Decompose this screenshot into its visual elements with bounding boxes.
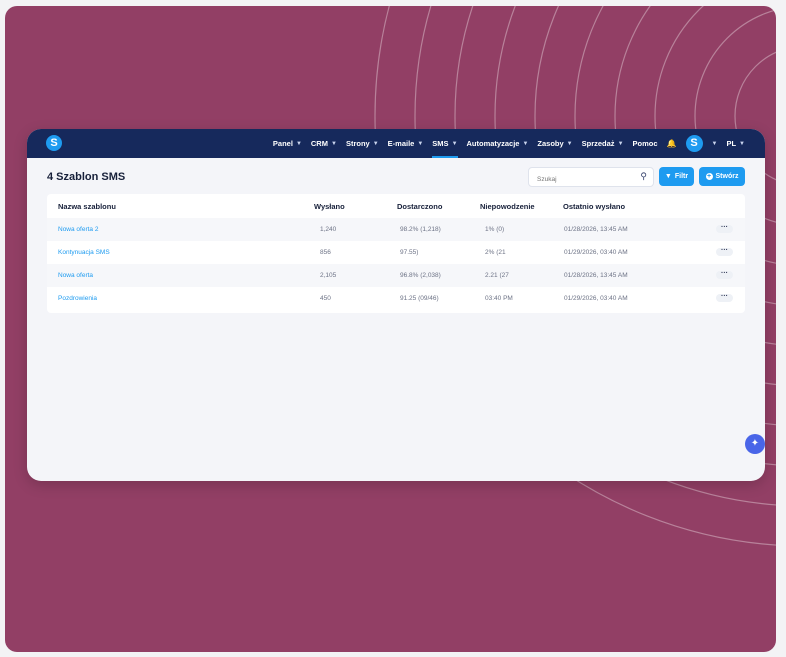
bell-icon[interactable]: 🔔 <box>667 139 677 148</box>
sent-count: 856 <box>320 249 331 256</box>
nav-item-sms[interactable]: SMS ▼ <box>432 129 458 158</box>
delivered-value: 96.8% (2,038) <box>400 272 441 279</box>
column-header-delivered[interactable]: Dostarczono <box>397 202 442 211</box>
table-row[interactable]: Nowa oferta 2 1,240 98.2% (1,218) 1% (0)… <box>47 218 745 241</box>
template-name-link[interactable]: Pozdrowienia <box>58 295 97 302</box>
search-box[interactable]: ⚲ <box>528 167 654 187</box>
table-row[interactable]: Pozdrowienia 450 91.25 (09/46) 03:40 PM … <box>47 287 745 310</box>
delivered-value: 98.2% (1,218) <box>400 226 441 233</box>
sent-count: 2,105 <box>320 272 337 279</box>
nav-item-label: SMS <box>432 139 449 148</box>
last-sent-value: 01/29/2026, 03:40 AM <box>564 295 628 302</box>
filter-label: Filtr <box>674 173 689 180</box>
failed-value: 03:40 PM <box>485 295 513 302</box>
search-input[interactable] <box>535 175 639 184</box>
last-sent-value: 01/28/2026, 13:45 AM <box>564 226 628 233</box>
app-window: S Panel ▼ CRM ▼ Strony ▼ E-maile ▼ SMS ▼ Auto… <box>27 129 765 481</box>
filter-button[interactable]: ▼ Filtr <box>659 167 694 186</box>
template-name-link[interactable]: Nowa oferta <box>58 272 93 279</box>
chevron-down-icon: ▼ <box>330 140 337 147</box>
nav-item-label: Panel <box>272 139 293 148</box>
table-row[interactable]: Nowa oferta 2,105 96.8% (2,038) 2.21 (27… <box>47 264 745 287</box>
failed-value: 2% (21 <box>485 249 506 256</box>
template-name-link[interactable]: Kontynuacja SMS <box>58 249 110 256</box>
chevron-down-icon: ▼ <box>522 140 529 147</box>
chevron-down-icon: ▼ <box>617 140 624 147</box>
last-sent-value: 01/29/2026, 03:40 AM <box>564 249 628 256</box>
table-header: Nazwa szablonu Wysłano Dostarczono Niepo… <box>47 194 745 218</box>
language-selector[interactable]: PL ▼ <box>726 139 745 148</box>
table-row[interactable]: Kontynuacja SMS 856 97.55) 2% (21 01/29/… <box>47 241 745 264</box>
nav-item-label: E-maile <box>387 139 415 148</box>
chevron-down-icon: ▼ <box>739 140 745 147</box>
chevron-down-icon: ▼ <box>566 140 573 147</box>
nav-item-panel[interactable]: Panel ▼ <box>273 129 302 158</box>
nav-item-label: Zasoby <box>537 139 564 148</box>
nav-item-zasoby[interactable]: Zasoby ▼ <box>537 129 572 158</box>
nav-item-e-maile[interactable]: E-maile ▼ <box>388 129 424 158</box>
nav-item-pomoc[interactable]: Pomoc <box>633 129 658 158</box>
ai-assistant-sparkle-icon[interactable]: ✦ <box>745 434 765 454</box>
nav-item-strony[interactable]: Strony ▼ <box>346 129 379 158</box>
column-header-name[interactable]: Nazwa szablonu <box>58 202 116 211</box>
more-options-icon[interactable]: ··· <box>716 224 733 233</box>
plus-icon: + <box>705 173 713 180</box>
create-label: Stwórz <box>715 173 739 180</box>
page-title: 4 Szablon SMS <box>47 171 126 183</box>
top-navbar: S Panel ▼ CRM ▼ Strony ▼ E-maile ▼ SMS ▼ Auto… <box>27 129 765 158</box>
sent-count: 1,240 <box>320 226 337 233</box>
language-label: PL <box>726 139 737 148</box>
column-header-failed[interactable]: Niepowodzenie <box>480 202 535 211</box>
failed-value: 2.21 (27 <box>485 272 509 279</box>
nav-item-label: CRM <box>310 139 328 148</box>
nav-item-automatyzacje[interactable]: Automatyzacje ▼ <box>467 129 529 158</box>
chevron-down-icon: ▼ <box>295 140 302 147</box>
chevron-down-icon: ▼ <box>417 140 424 147</box>
search-icon[interactable]: ⚲ <box>640 171 647 182</box>
create-button[interactable]: + Stwórz <box>699 167 745 186</box>
more-options-icon[interactable]: ··· <box>716 247 733 256</box>
nav-item-crm[interactable]: CRM ▼ <box>311 129 337 158</box>
delivered-value: 97.55) <box>400 249 419 256</box>
avatar[interactable]: S <box>685 135 703 152</box>
nav-item-label: Automatyzacje <box>466 139 520 148</box>
brand-logo[interactable]: S <box>46 135 62 151</box>
nav-item-label: Strony <box>345 139 370 148</box>
failed-value: 1% (0) <box>485 226 505 233</box>
delivered-value: 91.25 (09/46) <box>400 295 439 302</box>
chevron-down-icon[interactable]: ▼ <box>712 141 718 147</box>
last-sent-value: 01/28/2026, 13:45 AM <box>564 272 628 279</box>
nav-item-sprzedaz[interactable]: Sprzedaż ▼ <box>582 129 624 158</box>
more-options-icon[interactable]: ··· <box>716 293 733 302</box>
column-header-last-sent[interactable]: Ostatnio wysłano <box>563 202 625 211</box>
filter-icon: ▼ <box>664 173 672 180</box>
main-nav: Panel ▼ CRM ▼ Strony ▼ E-maile ▼ SMS ▼ Automa… <box>273 129 745 158</box>
nav-item-label: Sprzedaż <box>581 139 615 148</box>
templates-table: Nazwa szablonu Wysłano Dostarczono Niepo… <box>47 194 745 313</box>
chevron-down-icon: ▼ <box>372 140 379 147</box>
column-header-sent[interactable]: Wysłano <box>314 202 345 211</box>
more-options-icon[interactable]: ··· <box>716 270 733 279</box>
nav-item-label: Pomoc <box>632 139 658 148</box>
chevron-down-icon: ▼ <box>451 140 458 147</box>
template-name-link[interactable]: Nowa oferta 2 <box>58 226 98 233</box>
sent-count: 450 <box>320 295 331 302</box>
